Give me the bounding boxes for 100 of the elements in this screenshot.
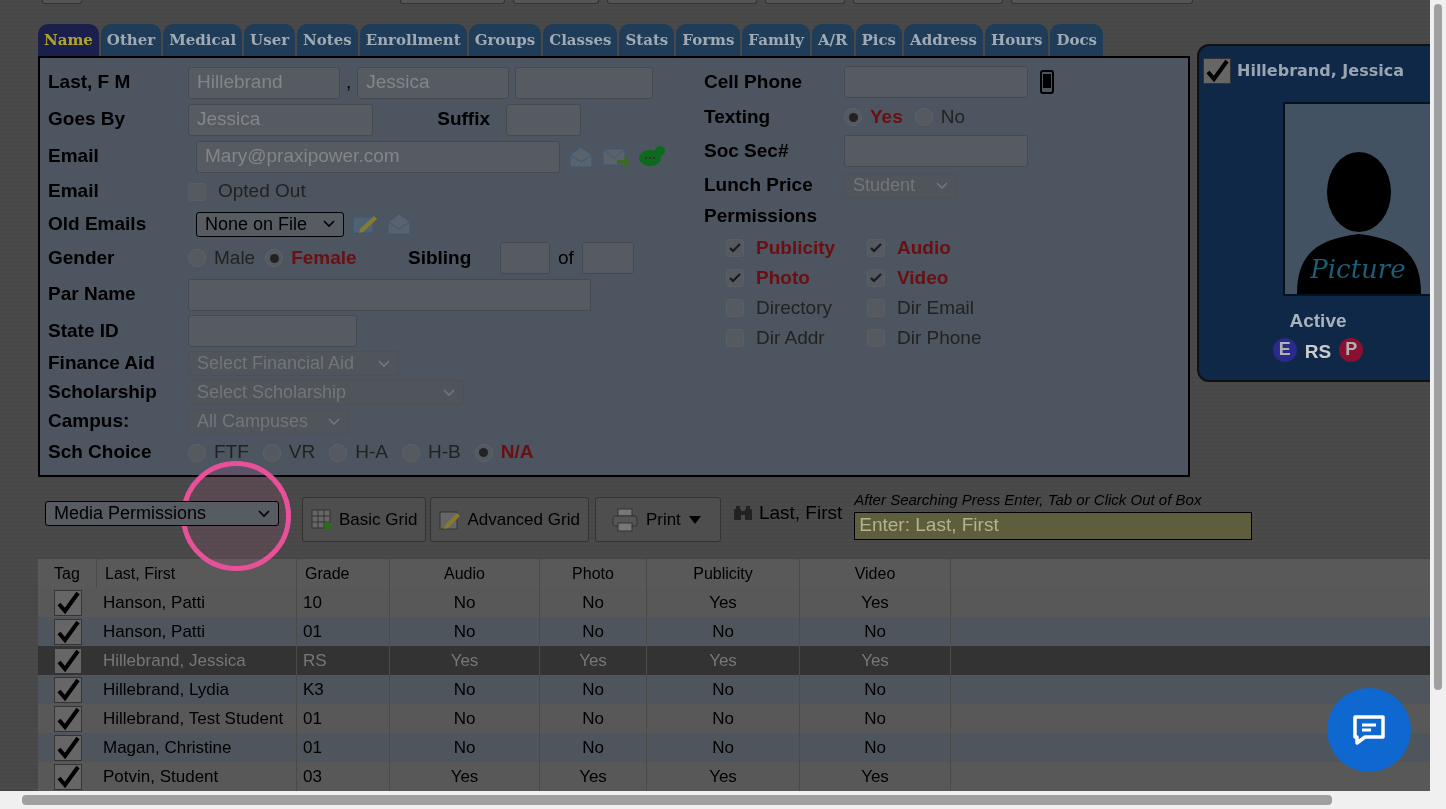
tag-checkbox[interactable] xyxy=(1203,58,1231,84)
chat-icon xyxy=(1351,714,1387,746)
tag-checkbox[interactable] xyxy=(53,705,82,732)
horizontal-scrollbar[interactable] xyxy=(0,791,1446,809)
tab[interactable]: Name xyxy=(38,24,99,56)
chat-bubble-icon[interactable] xyxy=(638,144,666,169)
radio-label: VR xyxy=(288,440,316,465)
picture-caption: Picture xyxy=(1309,253,1407,286)
edit-icon xyxy=(439,508,462,531)
field-label: Par Name xyxy=(48,282,137,307)
grade-label: RS xyxy=(1304,339,1332,364)
checkbox-label: Audio xyxy=(897,235,951,260)
check-icon xyxy=(1205,59,1229,83)
check-icon xyxy=(869,271,883,285)
check-icon xyxy=(55,590,80,615)
envelope-icon[interactable] xyxy=(386,212,412,236)
tab[interactable]: Docs xyxy=(1050,24,1104,56)
radio-label: N/A xyxy=(500,440,534,465)
tab[interactable]: Groups xyxy=(468,24,542,56)
table-row[interactable]: Hillebrand, Lydia K3 No No No No xyxy=(38,675,1430,704)
check-icon xyxy=(869,241,883,255)
tag-checkbox[interactable] xyxy=(53,763,82,790)
checkbox-label: Photo xyxy=(756,265,810,290)
checkbox[interactable] xyxy=(867,239,885,257)
radio-label: Yes xyxy=(870,104,903,129)
checkbox[interactable] xyxy=(726,269,744,287)
chevron-icon xyxy=(936,181,948,190)
tag-checkbox[interactable] xyxy=(53,676,82,703)
tag-checkbox[interactable] xyxy=(53,734,82,761)
tab[interactable]: Pics xyxy=(855,24,903,56)
mobile-phone-icon[interactable] xyxy=(1040,70,1054,94)
search-hint: After Searching Press Enter, Tab or Click Out of Box xyxy=(854,490,1203,510)
field-label: State ID xyxy=(48,318,120,343)
tab[interactable]: Medical xyxy=(163,24,243,56)
binoculars-icon xyxy=(732,505,753,522)
tag-checkbox[interactable] xyxy=(53,589,82,616)
radio-label: H-A xyxy=(355,440,388,465)
chevron-icon xyxy=(323,220,335,228)
edit-icon[interactable] xyxy=(352,213,378,235)
dropdown[interactable]: None on File xyxy=(196,211,344,237)
print-button[interactable]: Print xyxy=(594,497,721,542)
tab[interactable]: User xyxy=(244,24,296,56)
radio-button[interactable] xyxy=(844,108,862,126)
grid-button[interactable]: Advanced Grid xyxy=(430,497,589,542)
checkbox[interactable] xyxy=(867,269,885,287)
check-icon xyxy=(55,764,80,789)
table-row[interactable]: Hanson, Patti 10 No No Yes Yes xyxy=(38,588,1430,617)
field-label: Suffix xyxy=(437,108,490,130)
radio-label: H-B xyxy=(427,440,461,465)
radio-label: FTF xyxy=(214,440,249,465)
envelope-icon[interactable] xyxy=(568,144,594,169)
table-row[interactable]: Magan, Christine 01 No No No No xyxy=(38,733,1430,762)
field-label: Last, F M xyxy=(48,70,132,95)
status-badge: E xyxy=(1272,337,1297,362)
table-row[interactable]: Hanson, Patti 01 No No No No xyxy=(38,617,1430,646)
checkbox-label: Dir Email xyxy=(897,295,975,320)
tab[interactable]: Classes xyxy=(543,24,618,56)
radio-label: Female xyxy=(291,245,357,270)
field-label: Cell Phone xyxy=(704,69,804,94)
tag-checkbox[interactable] xyxy=(53,647,82,674)
student-name: Hillebrand, Jessica xyxy=(1237,60,1404,82)
grid-icon xyxy=(311,508,333,531)
table-row[interactable]: Hillebrand, Jessica RS Yes Yes Yes Yes xyxy=(38,646,1430,675)
tab[interactable]: Address xyxy=(904,24,983,56)
tab[interactable]: Stats xyxy=(619,24,675,56)
check-icon xyxy=(55,648,80,673)
check-icon xyxy=(55,706,80,731)
tab[interactable]: Forms xyxy=(676,24,741,56)
field-label: Lunch Price xyxy=(704,173,814,198)
checkbox[interactable] xyxy=(726,239,744,257)
vertical-scrollbar[interactable] xyxy=(1430,0,1446,791)
tab[interactable]: Hours xyxy=(985,24,1049,56)
table-row[interactable]: Potvin, Student 03 Yes Yes Yes Yes xyxy=(38,762,1430,791)
search-field[interactable]: Enter: Last, First xyxy=(854,511,1253,540)
tab[interactable]: Family xyxy=(742,24,810,56)
printer-icon xyxy=(611,507,638,532)
checkbox-label: Directory xyxy=(756,295,832,320)
radio-button[interactable] xyxy=(265,249,284,267)
field-label: Sibling xyxy=(408,245,473,270)
field-label: Email xyxy=(48,179,100,204)
tab[interactable]: Other xyxy=(100,24,162,56)
field-label: Sch Choice xyxy=(48,440,153,465)
checkbox-label: Publicity xyxy=(756,235,836,260)
tab[interactable]: A/R xyxy=(811,24,854,56)
field-label: Campus: xyxy=(48,409,131,434)
checkbox-label: Dir Addr xyxy=(756,325,825,350)
field-label: Goes By xyxy=(48,107,127,132)
checkbox-label: Opted Out xyxy=(218,179,306,204)
chevron-icon xyxy=(443,388,455,397)
table-row[interactable]: Hillebrand, Test Student 01 No No No No xyxy=(38,704,1430,733)
check-icon xyxy=(728,241,742,255)
tab[interactable]: Notes xyxy=(297,24,358,56)
dropdown[interactable]: Media Permissions xyxy=(45,501,279,526)
tag-checkbox[interactable] xyxy=(53,618,82,645)
field-label: Old Emails xyxy=(48,211,148,236)
field-label: Texting xyxy=(704,104,772,129)
field-label: Permissions xyxy=(704,203,818,228)
tab[interactable]: Enrollment xyxy=(359,24,467,56)
grid-button[interactable]: Basic Grid xyxy=(302,497,427,542)
radio-button[interactable] xyxy=(474,443,493,462)
